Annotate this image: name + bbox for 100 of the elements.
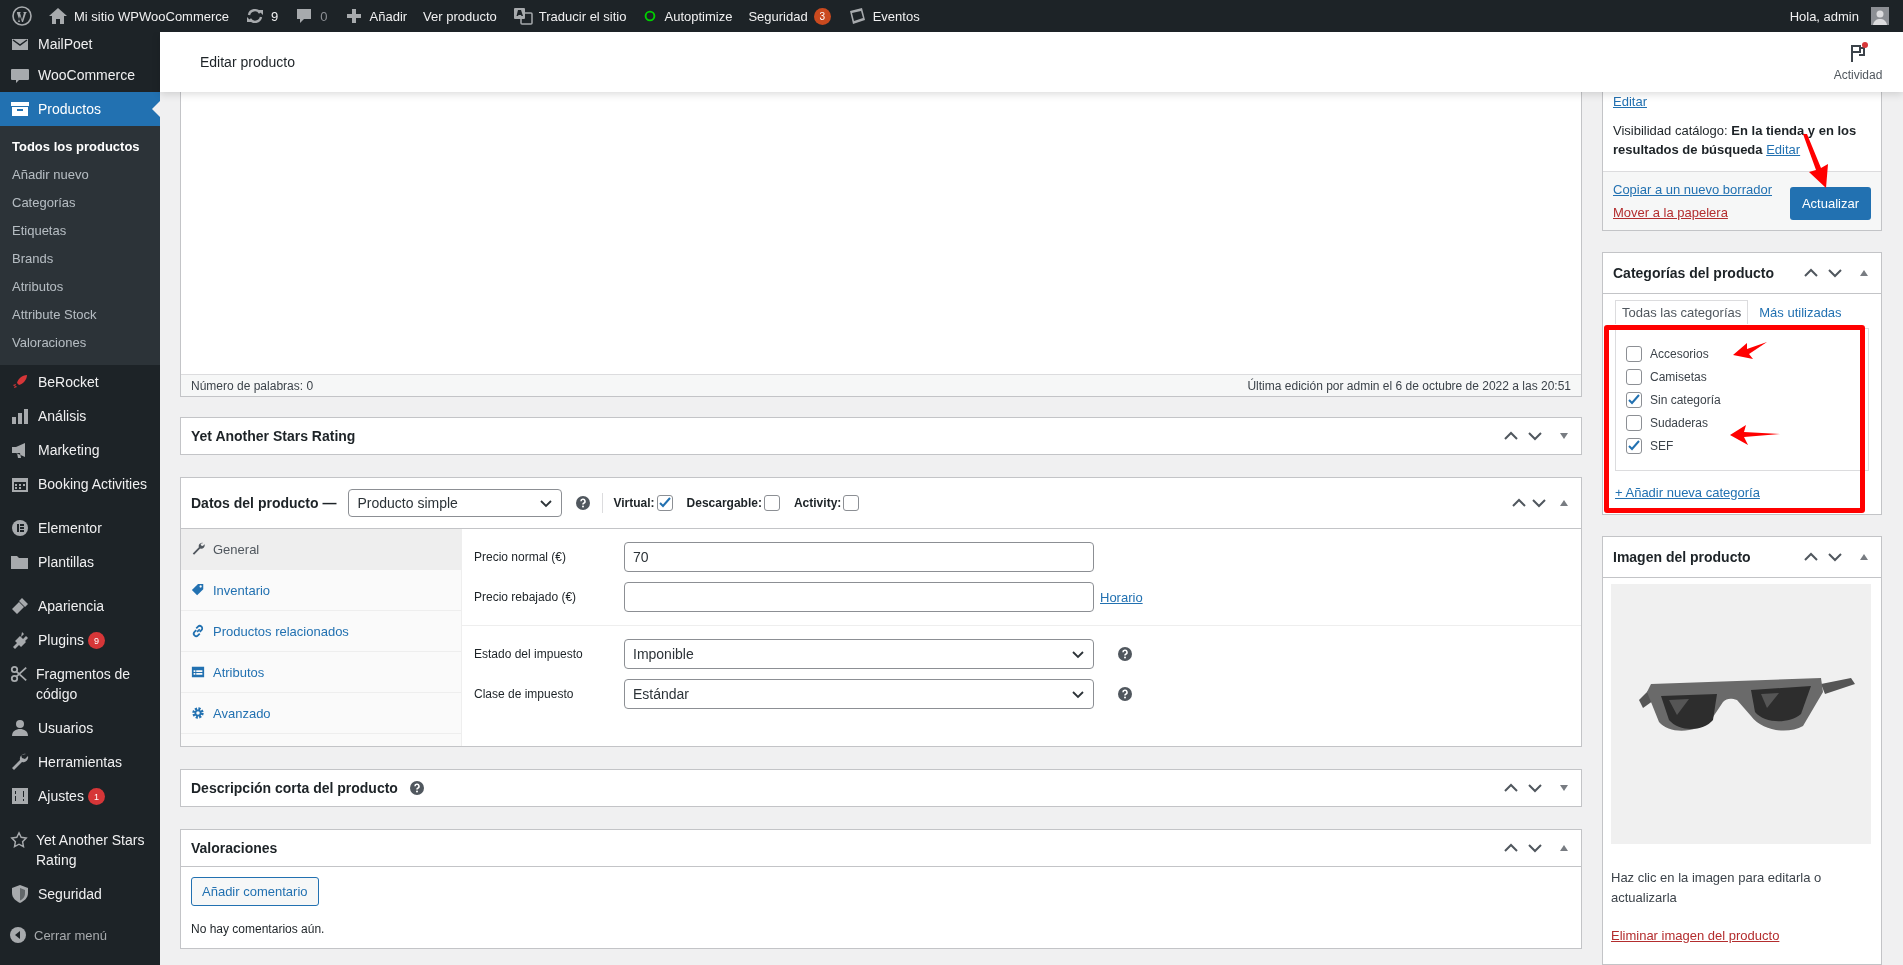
tab[interactable]: Más utilizadas <box>1752 300 1849 324</box>
tab[interactable]: Todas las categorías <box>1615 300 1749 324</box>
checkbox-label: Sin categoría <box>1650 392 1721 409</box>
refresh-icon <box>245 6 266 26</box>
edit-link[interactable]: Editar <box>1613 94 1647 109</box>
menu-item[interactable]: Ajustes 1 <box>0 779 160 813</box>
input-field[interactable] <box>624 582 1094 612</box>
add-category-link[interactable]: + Añadir nueva categoría <box>1615 485 1760 500</box>
word-count: Número de palabras: 0 <box>191 378 314 393</box>
select-field[interactable]: Estándar <box>624 679 1094 709</box>
last-edit-text: Última edición por admin el 6 de octubre de 2022 a las 20:51 <box>1247 378 1571 393</box>
help-icon[interactable] <box>409 781 424 795</box>
submenu-item[interactable]: Attribute Stock <box>0 301 160 329</box>
remove-image-link[interactable]: Eliminar imagen del producto <box>1611 928 1780 943</box>
checkbox-label: Virtual: <box>613 496 655 510</box>
wrench-icon <box>10 752 30 772</box>
toolbar-item[interactable]: Ver producto <box>415 0 505 32</box>
toolbar-item[interactable]: Mi sitio WPWooCommerce <box>40 0 238 32</box>
checkbox[interactable] <box>763 495 780 511</box>
checkbox[interactable] <box>843 495 860 511</box>
submenu-item[interactable]: Etiquetas <box>0 217 160 245</box>
checkbox[interactable] <box>1626 415 1642 431</box>
checkbox[interactable] <box>1626 346 1642 362</box>
menu-item[interactable]: Plugins 9 <box>0 623 160 657</box>
box-title: Yet Another Stars Rating <box>191 428 356 444</box>
link-icon <box>191 624 205 638</box>
activity-button[interactable]: Actividad <box>1813 42 1903 82</box>
menu-item[interactable]: WooCommerce <box>0 58 160 92</box>
toolbar-item[interactable]: 0 <box>286 0 336 32</box>
tab[interactable]: Avanzado <box>181 693 461 734</box>
menu-item[interactable]: Fragmentos de código <box>0 657 160 711</box>
menu-item[interactable]: Herramientas <box>0 745 160 779</box>
menu-item[interactable]: MailPoet <box>0 32 160 56</box>
checkbox[interactable] <box>656 495 673 511</box>
product-type-select[interactable]: Producto simple <box>348 489 563 517</box>
input-field[interactable]: 70 <box>624 542 1094 572</box>
checkbox[interactable] <box>1626 438 1642 454</box>
paintbrush-icon <box>10 596 30 616</box>
tab[interactable]: General <box>181 529 461 570</box>
schedule-link[interactable]: Horario <box>1100 589 1143 605</box>
menu-item[interactable]: Elementor <box>0 511 160 545</box>
expand-triangle-icon[interactable] <box>1559 783 1569 793</box>
toolbar-item[interactable]: 9 <box>237 0 287 32</box>
help-icon[interactable] <box>576 496 591 510</box>
menu-item[interactable]: Apariencia <box>0 589 160 623</box>
checkbox-label: SEF <box>1650 438 1674 455</box>
collapse-triangle-icon[interactable] <box>1559 498 1569 508</box>
menu-item[interactable]: Usuarios <box>0 711 160 745</box>
submenu-item[interactable]: Todos los productos <box>0 133 160 161</box>
expand-triangle-icon[interactable] <box>1559 431 1569 441</box>
menu-item[interactable]: Seguridad <box>0 877 160 911</box>
select-field[interactable]: Imponible <box>624 639 1094 669</box>
help-icon[interactable] <box>1118 647 1132 661</box>
tab[interactable]: Atributos <box>181 652 461 693</box>
checkbox-label: Camisetas <box>1650 369 1707 386</box>
toolbar-item[interactable]: Seguridad 3 <box>740 0 839 32</box>
menu-item[interactable]: Marketing <box>0 433 160 467</box>
toolbar-item[interactable]: Traducir el sitio <box>504 0 635 32</box>
box-title: Datos del producto — <box>191 495 337 511</box>
trash-link[interactable]: Mover a la papelera <box>1613 205 1772 220</box>
menu-item[interactable]: Booking Activities <box>0 467 160 501</box>
collapse-triangle-icon[interactable] <box>1559 843 1569 853</box>
add-comment-button[interactable]: Añadir comentario <box>191 877 319 906</box>
checkbox[interactable] <box>1626 369 1642 385</box>
menu-item[interactable]: BeRocket <box>0 365 160 399</box>
menu-item[interactable]: Productos <box>0 92 160 126</box>
collapse-menu-button[interactable]: Cerrar menú <box>0 921 160 949</box>
tag-icon <box>191 583 205 597</box>
edit-link[interactable]: Editar <box>1766 142 1801 157</box>
circle-icon <box>10 518 30 538</box>
empty-message: No hay comentarios aún. <box>191 922 326 936</box>
toolbar-item[interactable]: Autoptimize <box>634 0 741 32</box>
tab[interactable]: Inventario <box>181 570 461 611</box>
submenu-item[interactable]: Valoraciones <box>0 329 160 357</box>
box-title: Imagen del producto <box>1613 549 1751 565</box>
collapse-triangle-icon[interactable] <box>1859 552 1869 562</box>
submenu-item[interactable]: Añadir nuevo <box>0 161 160 189</box>
submenu-item[interactable]: Atributos <box>0 273 160 301</box>
bar-chart-icon <box>10 406 30 426</box>
update-button[interactable]: Actualizar <box>1789 187 1871 220</box>
menu-item[interactable]: Plantillas <box>0 545 160 579</box>
submenu-item[interactable]: Categorías <box>0 189 160 217</box>
account-menu[interactable]: Hola, admin <box>1781 0 1897 32</box>
count-badge: 1 <box>87 788 105 805</box>
user-icon <box>10 718 30 738</box>
checkbox-label: Activity: <box>793 496 842 510</box>
toolbar-item[interactable]: Añadir <box>335 0 416 32</box>
submenu-item[interactable]: Brands <box>0 245 160 273</box>
menu-item[interactable]: Análisis <box>0 399 160 433</box>
archive-box-icon <box>10 99 30 119</box>
box-title: Valoraciones <box>191 840 278 856</box>
copy-draft-link[interactable]: Copiar a un nuevo borrador <box>1613 182 1772 197</box>
checkbox[interactable] <box>1626 392 1642 408</box>
collapse-triangle-icon[interactable] <box>1859 268 1869 278</box>
toolbar-item[interactable]: Eventos <box>838 0 928 32</box>
help-icon[interactable] <box>1118 687 1132 701</box>
menu-item[interactable]: Yet Another Stars Rating <box>0 823 160 877</box>
count-badge: 9 <box>87 632 105 649</box>
sliders-icon <box>10 786 30 806</box>
tab[interactable]: Productos relacionados <box>181 611 461 652</box>
